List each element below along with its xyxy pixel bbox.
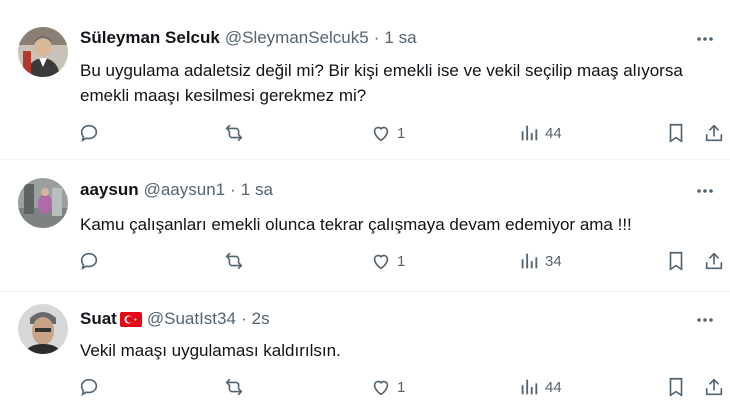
separator-dot: · [373,28,380,47]
views-chart-icon [521,253,538,269]
bookmark-icon [669,377,683,397]
reply-icon [80,378,98,397]
author-handle[interactable]: @SuatIst34 [147,309,236,329]
heart-icon [373,380,389,396]
like-button[interactable]: 1 [370,120,405,146]
tweet-card[interactable]: Süleyman Selcuk @SleymanSelcuk5 · 1 sa B… [0,0,730,160]
more-options-button[interactable] [694,180,716,202]
heart-icon [373,126,389,142]
tweet-card[interactable]: Suat @SuatIst34 · 2s Vekil maaşı uygulam… [0,292,730,420]
more-horizontal-icon [697,37,713,41]
more-options-button[interactable] [694,28,716,50]
avatar[interactable] [18,304,68,354]
view-count: 34 [545,252,562,270]
heart-icon [373,254,389,270]
avatar[interactable] [18,178,68,228]
timestamp[interactable]: 1 sa [384,28,416,48]
views-chart-icon [521,125,538,141]
views-button[interactable]: 44 [518,120,562,146]
share-button[interactable] [703,374,725,400]
bookmark-icon [669,251,683,271]
view-count: 44 [545,124,562,142]
like-count: 1 [397,378,406,396]
author-name[interactable]: Suat [80,309,117,329]
bookmark-button[interactable] [665,248,687,274]
timestamp[interactable]: 2s [252,309,270,329]
retweet-button[interactable] [223,120,245,146]
tweet-text: Kamu çalışanları emekli olunca tekrar ça… [80,215,632,234]
bookmark-button[interactable] [665,120,687,146]
turkey-flag-icon [119,311,142,327]
share-icon [705,252,723,270]
author-handle[interactable]: @SleymanSelcuk5 [225,28,369,48]
bookmark-icon [669,123,683,143]
retweet-button[interactable] [223,374,245,400]
action-bar: 1 44 [78,120,728,146]
more-horizontal-icon [697,189,713,193]
share-icon [705,378,723,396]
retweet-icon [225,252,243,270]
bookmark-button[interactable] [665,374,687,400]
author-name[interactable]: Süleyman Selcuk [80,28,220,48]
reply-button[interactable] [78,120,100,146]
author-handle[interactable]: @aaysun1 [144,180,226,200]
reply-button[interactable] [78,248,100,274]
separator-dot: · [230,180,236,199]
reply-icon [80,252,98,271]
share-button[interactable] [703,248,725,274]
separator-dot: · [240,309,247,328]
retweet-icon [225,124,243,142]
views-chart-icon [521,379,538,395]
like-button[interactable]: 1 [370,374,405,400]
share-icon [705,124,723,142]
avatar[interactable] [18,27,68,77]
like-count: 1 [397,252,406,270]
author-name[interactable]: aaysun [80,180,139,200]
view-count: 44 [545,378,562,396]
share-button[interactable] [703,120,725,146]
like-count: 1 [397,124,406,142]
reply-icon [80,124,98,143]
views-button[interactable]: 44 [518,374,562,400]
tweet-text: Bu uygulama adaletsiz değil mi? Bir kişi… [80,61,683,105]
views-button[interactable]: 34 [518,248,562,274]
more-options-button[interactable] [694,309,716,331]
reply-button[interactable] [78,374,100,400]
retweet-icon [225,378,243,396]
retweet-button[interactable] [223,248,245,274]
like-button[interactable]: 1 [370,248,405,274]
timestamp[interactable]: 1 sa [241,180,273,200]
action-bar: 1 34 [78,248,728,274]
tweet-text: Vekil maaşı uygulaması kaldırılsın. [80,341,341,360]
tweet-card[interactable]: aaysun @aaysun1 · 1 sa Kamu çalışanları … [0,160,730,292]
more-horizontal-icon [697,318,713,322]
action-bar: 1 44 [78,374,728,400]
